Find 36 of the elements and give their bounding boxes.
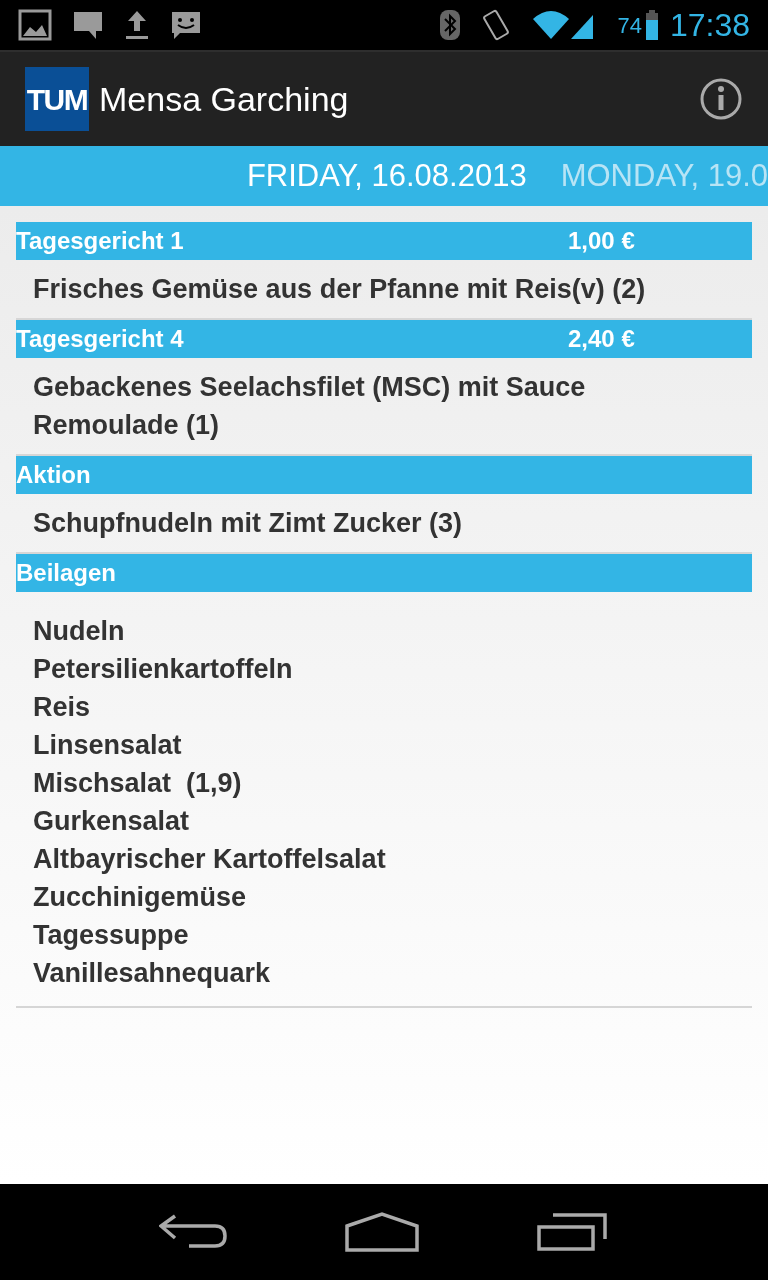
recent-apps-icon[interactable]: [537, 1213, 609, 1251]
section-title: Tagesgericht 1: [16, 226, 185, 256]
section-price: 2,40 €: [568, 324, 635, 354]
section-title: Beilagen: [16, 558, 118, 588]
dish-text: Nudeln: [33, 615, 126, 648]
back-icon[interactable]: [159, 1214, 227, 1250]
dish-text: Linsensalat: [33, 729, 183, 762]
vibrate-phone-icon: [481, 8, 512, 42]
app-logo: TUM: [25, 67, 89, 131]
bluetooth-icon: [439, 9, 462, 41]
chat-smiley-icon: [170, 9, 202, 41]
message-icon: [72, 9, 104, 41]
dish-text: Frisches Gemüse aus der Pfanne mit Reis(v) (2): [33, 273, 647, 306]
picture-notification-icon: [18, 9, 52, 41]
dish-text: Reis: [33, 691, 92, 724]
section-title: Aktion: [16, 460, 92, 490]
dish-text: Gebackenes Seelachsfilet (MSC) mit Sauce Remoulade (1): [33, 371, 587, 442]
dish-text: Tagessuppe: [33, 919, 190, 952]
dish-text: Gurkensalat: [33, 805, 191, 838]
home-icon[interactable]: [345, 1212, 419, 1252]
dish-text: Mischsalat (1,9): [33, 767, 243, 800]
dish-text: Vanillesahnequark: [33, 957, 272, 990]
dish-text: Petersilienkartoffeln: [33, 653, 294, 686]
day-tab[interactable]: FRIDAY, 16.08.2013: [246, 152, 527, 200]
dish-text: Altbayrischer Kartoffelsalat: [33, 843, 387, 876]
info-icon[interactable]: [699, 77, 743, 121]
section-title: Tagesgericht 4: [16, 324, 185, 354]
upload-icon: [124, 9, 150, 41]
clock-time: 17:38: [669, 6, 750, 45]
dish-text: Zucchinigemüse: [33, 881, 248, 914]
battery-percentage: 74: [617, 11, 642, 40]
app-title: Mensa Garching: [99, 78, 350, 120]
day-tab[interactable]: MONDAY, 19.0: [560, 152, 768, 200]
battery-icon: [645, 9, 658, 41]
section-price: 1,00 €: [568, 226, 635, 256]
dish-text: Schupfnudeln mit Zimt Zucker (3): [33, 507, 464, 540]
